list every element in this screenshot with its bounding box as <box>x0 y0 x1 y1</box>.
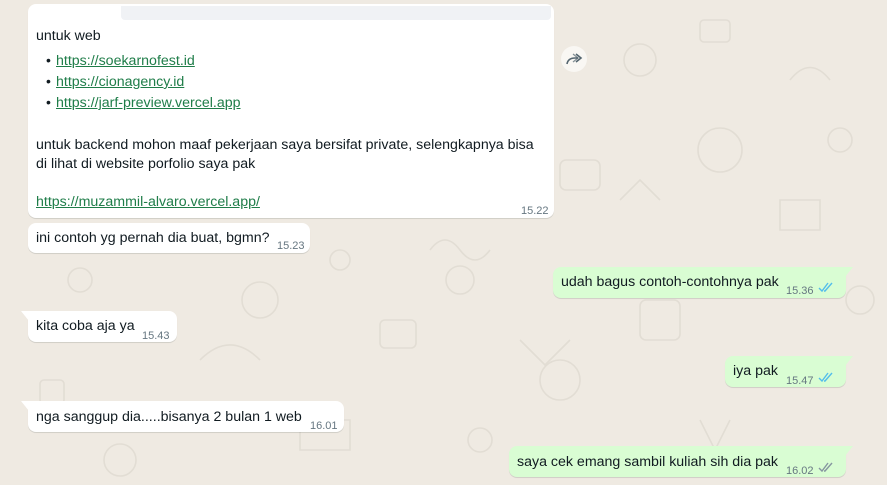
link-preview-strip[interactable] <box>121 6 551 20</box>
list-bullet: • <box>46 52 51 68</box>
outgoing-message-bubble[interactable]: iya pak 15.47 <box>725 356 853 387</box>
message-text: di lihat di website porfolio saya pak <box>36 156 256 172</box>
message-text: udah bagus contoh-contohnya pak <box>561 274 779 290</box>
message-time: 15.47 <box>786 375 814 387</box>
double-check-icon <box>818 462 833 473</box>
incoming-message-bubble[interactable]: ini contoh yg pernah dia buat, bgmn? 15.… <box>28 223 310 253</box>
list-bullet: • <box>46 73 51 89</box>
list-bullet: • <box>46 94 51 110</box>
message-text: untuk web <box>36 28 101 44</box>
link-portfolio[interactable]: https://muzammil-alvaro.vercel.app/ <box>36 193 260 212</box>
message-text: iya pak <box>733 363 778 379</box>
message-time: 15.23 <box>277 240 305 252</box>
message-time: 15.36 <box>786 285 814 297</box>
message-text: ini contoh yg pernah dia buat, bgmn? <box>36 230 270 246</box>
incoming-message-bubble[interactable]: kita coba aja ya 15.43 <box>21 311 177 342</box>
message-text: untuk backend mohon maaf pekerjaan saya … <box>36 137 534 153</box>
message-text: kita coba aja ya <box>36 318 135 334</box>
incoming-message-bubble[interactable]: nga sanggup dia.....bisanya 2 bulan 1 we… <box>21 401 344 432</box>
link-jarf-preview[interactable]: https://jarf-preview.vercel.app <box>56 94 241 113</box>
outgoing-message-bubble[interactable]: udah bagus contoh-contohnya pak 15.36 <box>553 267 853 298</box>
message-text: nga sanggup dia.....bisanya 2 bulan 1 we… <box>36 409 302 425</box>
message-time: 16.01 <box>310 420 338 432</box>
outgoing-message-bubble[interactable]: saya cek emang sambil kuliah sih dia pak… <box>509 446 853 477</box>
message-text: saya cek emang sambil kuliah sih dia pak <box>517 454 779 470</box>
link-soekarnofest[interactable]: https://soekarnofest.id <box>56 52 195 71</box>
message-time: 16.02 <box>786 465 814 477</box>
forward-button[interactable] <box>561 46 587 72</box>
forward-arrow-icon <box>566 53 583 65</box>
incoming-message-bubble[interactable]: untuk web • https://soekarnofest.id • ht… <box>28 4 554 218</box>
double-check-icon <box>818 372 833 383</box>
message-time: 15.43 <box>142 330 170 342</box>
message-time: 15.22 <box>521 205 549 217</box>
double-check-icon <box>818 282 833 293</box>
link-cionagency[interactable]: https://cionagency.id <box>56 73 184 92</box>
